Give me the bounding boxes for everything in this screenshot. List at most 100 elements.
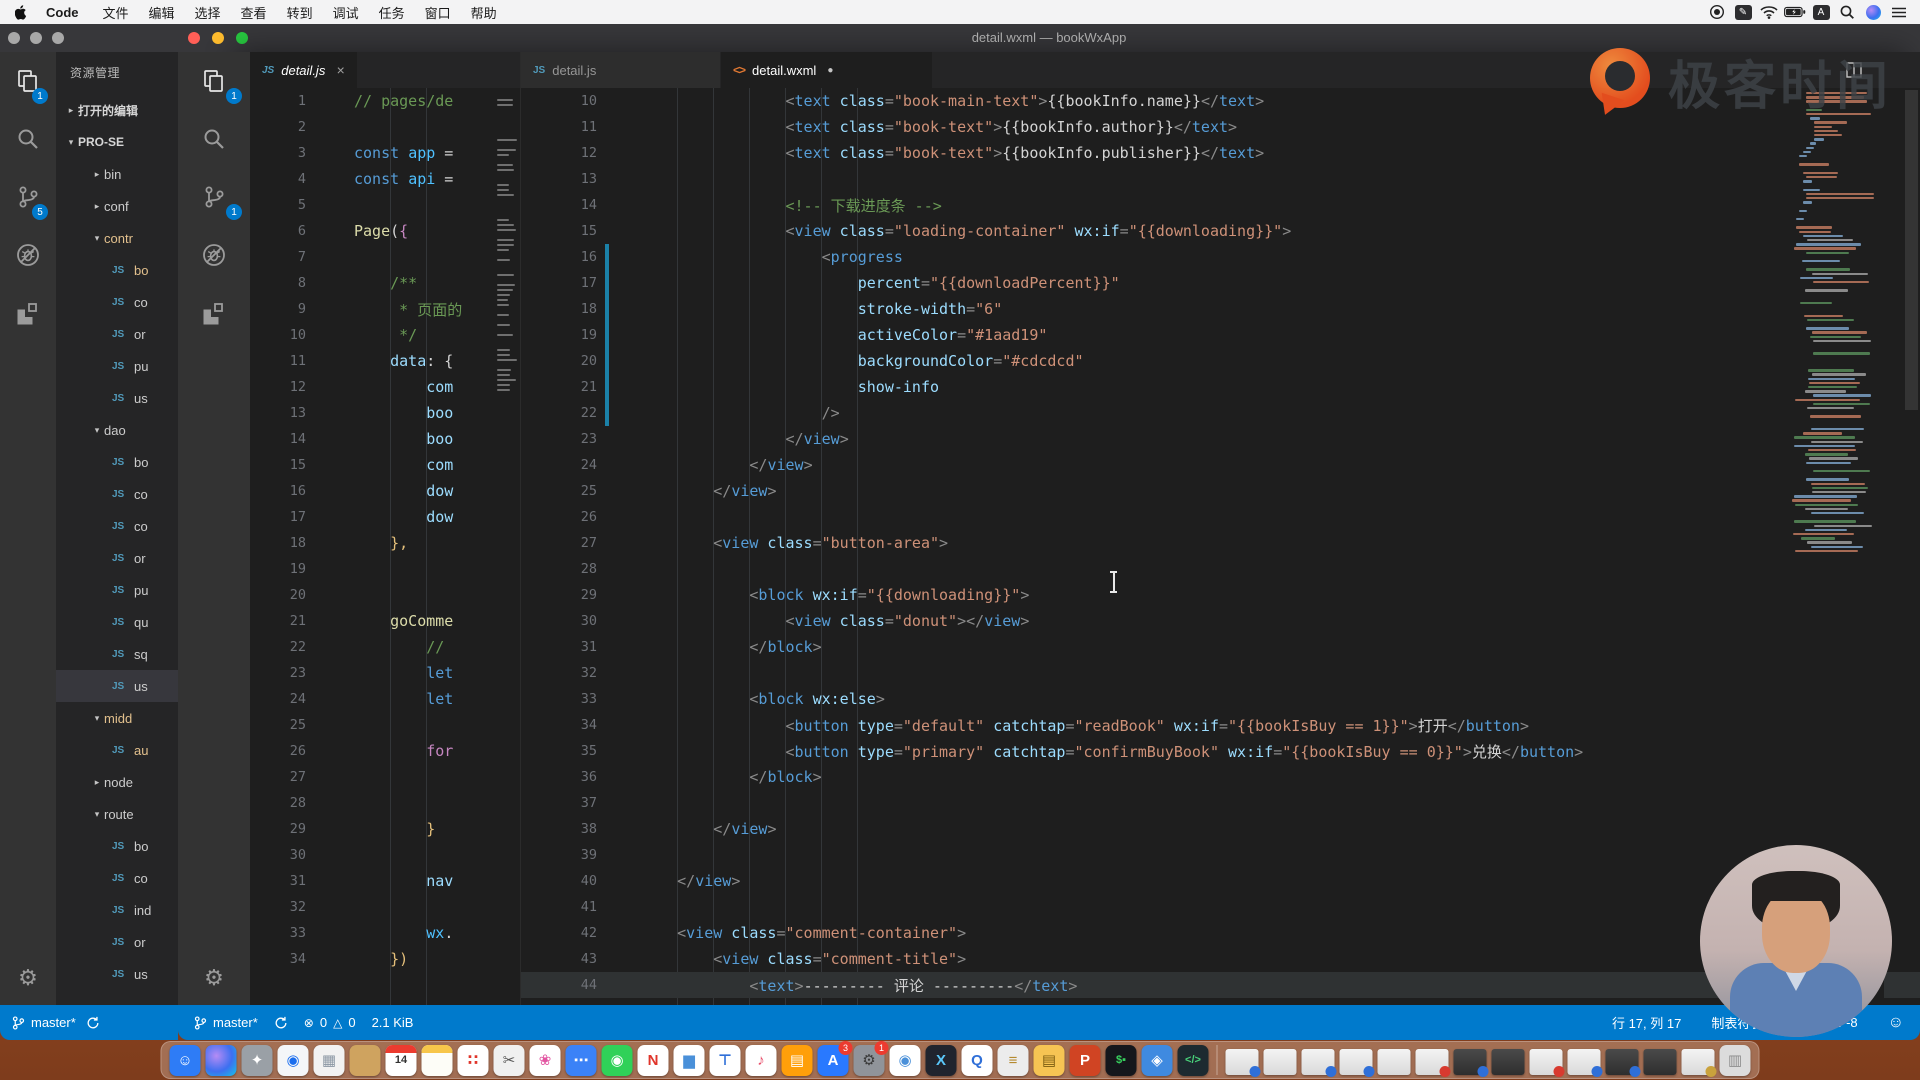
code-line-12[interactable]: 12 com xyxy=(250,374,520,400)
battery-icon[interactable] xyxy=(1784,3,1806,21)
extensions-icon[interactable] xyxy=(178,284,250,342)
menu-item-7[interactable]: 窗口 xyxy=(415,3,461,22)
cursor-position-status[interactable]: 行 17, 列 17 xyxy=(1612,1013,1681,1032)
code-line-30[interactable]: 30 xyxy=(250,842,520,868)
keynote-icon[interactable]: ⊤ xyxy=(710,1045,741,1076)
trash-icon[interactable]: ▥ xyxy=(1720,1045,1751,1076)
apple-menu-icon[interactable] xyxy=(10,3,32,21)
code-editor-icon[interactable]: </> xyxy=(1178,1045,1209,1076)
finder-icon[interactable]: ☺ xyxy=(170,1045,201,1076)
source-control-icon[interactable]: 1 xyxy=(178,168,250,226)
safari-icon[interactable]: ◉ xyxy=(278,1045,309,1076)
reminders-icon[interactable]: ∷ xyxy=(458,1045,489,1076)
iterm-icon[interactable]: $▪ xyxy=(1106,1045,1137,1076)
minimized-window-thumbnail-5[interactable] xyxy=(1416,1049,1449,1075)
problems-status[interactable]: ⊗0 △0 xyxy=(304,1015,356,1030)
sidebar-section-1[interactable]: ▾PRO-SE xyxy=(56,126,178,158)
code-line-29[interactable]: 29 <block wx:if="{{downloading}}"> xyxy=(521,582,1920,608)
code-line-22[interactable]: 22 /> xyxy=(521,400,1920,426)
code-line-27[interactable]: 27 xyxy=(250,764,520,790)
vertical-scrollbar[interactable] xyxy=(1884,88,1920,1005)
itunes-icon[interactable]: ♪ xyxy=(746,1045,777,1076)
code-line-37[interactable]: 37 xyxy=(521,790,1920,816)
code-line-34[interactable]: 34 }) xyxy=(250,946,520,972)
books-icon[interactable]: ▤ xyxy=(782,1045,813,1076)
code-line-13[interactable]: 13 boo xyxy=(250,400,520,426)
menu-item-3[interactable]: 查看 xyxy=(231,3,277,22)
code-line-8[interactable]: 8 /** xyxy=(250,270,520,296)
tree-item-co-6[interactable]: JSco xyxy=(56,286,178,318)
sidebar-section-0[interactable]: ▸打开的编辑 xyxy=(56,94,178,126)
code-line-26[interactable]: 26 xyxy=(521,504,1920,530)
notes-icon[interactable]: ✎ xyxy=(1732,3,1754,21)
code-line-32[interactable]: 32 xyxy=(521,660,1920,686)
code-line-35[interactable]: 35 <button type="primary" catchtap="conf… xyxy=(521,738,1920,764)
scrollbar-thumb[interactable] xyxy=(1905,90,1918,410)
code-line-24[interactable]: 24 let xyxy=(250,686,520,712)
menu-item-4[interactable]: 转到 xyxy=(277,3,323,22)
code-line-11[interactable]: 11 data: { xyxy=(250,348,520,374)
code-line-27[interactable]: 27 <view class="button-area"> xyxy=(521,530,1920,556)
code-line-15[interactable]: 15 com xyxy=(250,452,520,478)
back-search-icon[interactable] xyxy=(0,110,56,168)
menu-item-2[interactable]: 选择 xyxy=(185,3,231,22)
minimized-window-thumbnail-10[interactable] xyxy=(1606,1049,1639,1075)
tree-item-conf-3[interactable]: ▸conf xyxy=(56,190,178,222)
siri-icon[interactable] xyxy=(1862,3,1884,21)
code-line-39[interactable]: 39 xyxy=(521,842,1920,868)
back-close-button[interactable] xyxy=(8,32,20,44)
search-icon[interactable] xyxy=(178,110,250,168)
code-line-28[interactable]: 28 xyxy=(250,790,520,816)
code-line-38[interactable]: 38 </view> xyxy=(521,816,1920,842)
news-icon[interactable]: N xyxy=(638,1045,669,1076)
code-line-31[interactable]: 31 </block> xyxy=(521,634,1920,660)
wifi-icon[interactable] xyxy=(1758,3,1780,21)
minimized-window-thumbnail-3[interactable] xyxy=(1340,1049,1373,1075)
tab-detail-js-group1[interactable]: JS detail.js × xyxy=(250,52,358,88)
tree-item-contr-4[interactable]: ▾contr xyxy=(56,222,178,254)
quicktime-icon[interactable]: Q xyxy=(962,1045,993,1076)
back-sync-icon[interactable] xyxy=(86,1016,100,1030)
settings-gear-icon[interactable]: ⚙ xyxy=(178,965,250,991)
code-line-20[interactable]: 20 xyxy=(250,582,520,608)
siri-icon[interactable] xyxy=(206,1045,237,1076)
menu-item-0[interactable]: 文件 xyxy=(93,3,139,22)
code-line-22[interactable]: 22 // xyxy=(250,634,520,660)
spotlight-icon[interactable] xyxy=(1836,3,1858,21)
system-preferences-icon[interactable]: ⚙1 xyxy=(854,1045,885,1076)
minimized-window-thumbnail-2[interactable] xyxy=(1302,1049,1335,1075)
back-explorer-icon[interactable]: 1 xyxy=(0,52,56,110)
notification-center-icon[interactable] xyxy=(1888,3,1910,21)
code-line-32[interactable]: 32 xyxy=(250,894,520,920)
downloads-folder-icon[interactable] xyxy=(350,1045,381,1076)
menu-item-8[interactable]: 帮助 xyxy=(461,3,507,22)
tree-item-bin-2[interactable]: ▸bin xyxy=(56,158,178,190)
code-line-33[interactable]: 33 wx. xyxy=(250,920,520,946)
code-line-30[interactable]: 30 <view class="donut"></view> xyxy=(521,608,1920,634)
tree-item-bo-5[interactable]: JSbo xyxy=(56,254,178,286)
photos-viewer-icon[interactable]: ▦ xyxy=(314,1045,345,1076)
code-line-25[interactable]: 25 </view> xyxy=(521,478,1920,504)
menu-app-name[interactable]: Code xyxy=(36,5,89,20)
minimized-window-thumbnail-0[interactable] xyxy=(1226,1049,1259,1075)
tab-detail-js-group2[interactable]: JS detail.js xyxy=(521,52,721,88)
code-line-24[interactable]: 24 </view> xyxy=(521,452,1920,478)
code-line-21[interactable]: 21 goComme xyxy=(250,608,520,634)
tree-item-ind-25[interactable]: JSind xyxy=(56,894,178,926)
tree-item-co-24[interactable]: JSco xyxy=(56,862,178,894)
code-line-5[interactable]: 5 xyxy=(250,192,520,218)
code-line-14[interactable]: 14 boo xyxy=(250,426,520,452)
code-line-17[interactable]: 17 percent="{{downloadPercent}}" xyxy=(521,270,1920,296)
stocks-icon[interactable]: ▆ xyxy=(674,1045,705,1076)
code-line-19[interactable]: 19 xyxy=(250,556,520,582)
photos-icon[interactable]: ❀ xyxy=(530,1045,561,1076)
tree-item-bo-23[interactable]: JSbo xyxy=(56,830,178,862)
code-line-12[interactable]: 12 <text class="book-text">{{bookInfo.pu… xyxy=(521,140,1920,166)
app-store-icon[interactable]: A3 xyxy=(818,1045,849,1076)
tree-item-us-27[interactable]: JSus xyxy=(56,958,178,990)
facetime-icon[interactable]: ◉ xyxy=(602,1045,633,1076)
tab-detail-wxml[interactable]: <> detail.wxml ● xyxy=(721,52,933,88)
branch-status[interactable]: master* xyxy=(194,1015,258,1030)
input-source-icon[interactable]: A xyxy=(1810,3,1832,21)
code-line-23[interactable]: 23 </view> xyxy=(521,426,1920,452)
